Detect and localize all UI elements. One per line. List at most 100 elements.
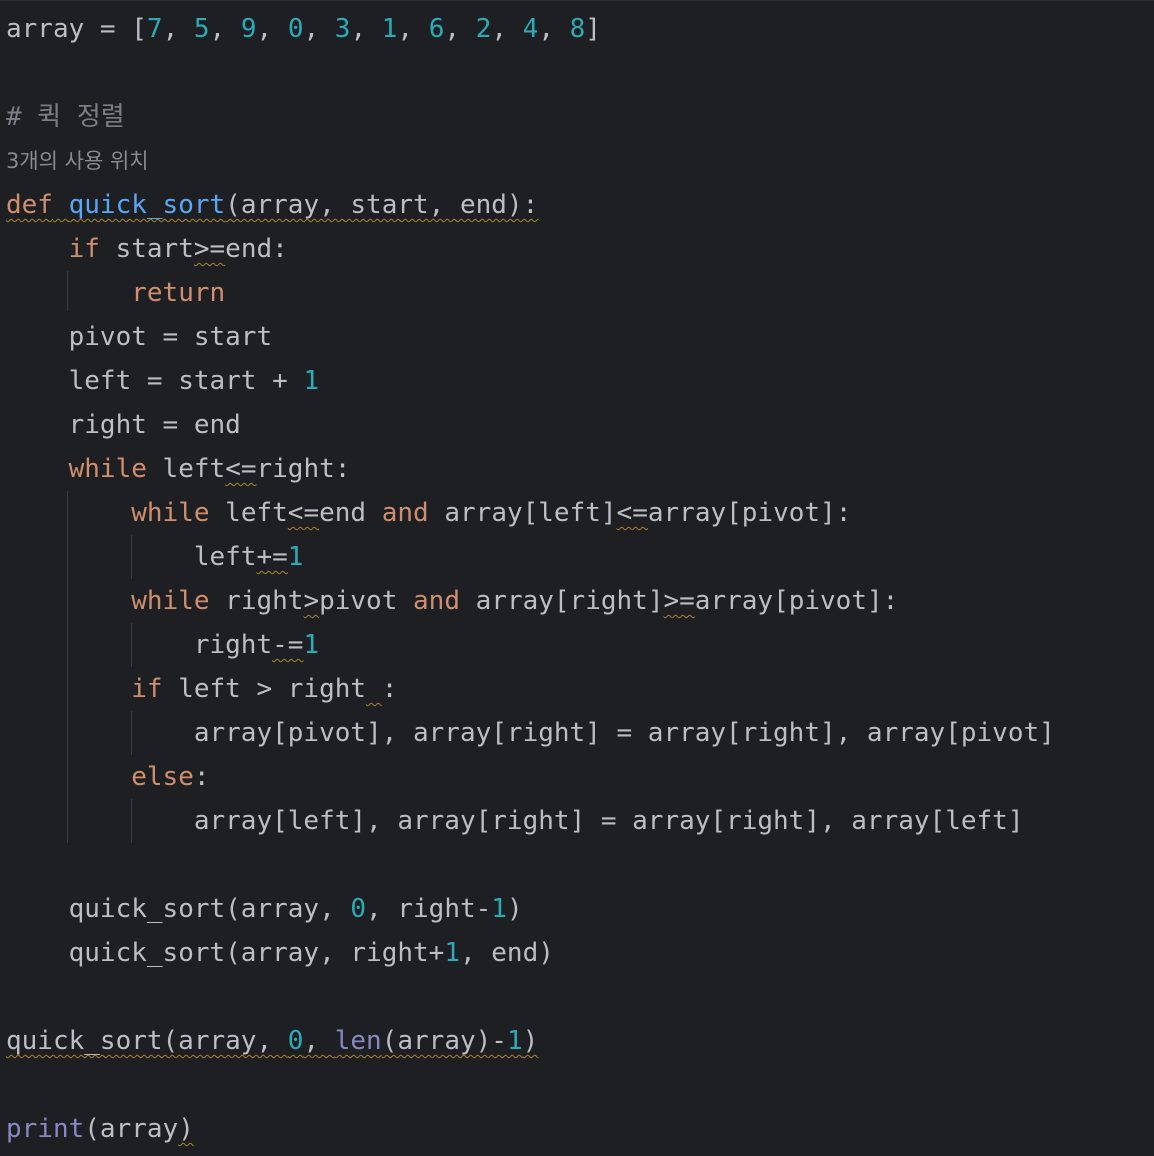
- code-token: ,: [303, 1026, 335, 1056]
- code-line-else[interactable]: else:: [6, 755, 1154, 799]
- code-token: left: [193, 542, 257, 572]
- number-literal: 1: [491, 894, 507, 924]
- code-line-1[interactable]: array = [7, 5, 9, 0, 3, 1, 6, 2, 4, 8]: [6, 7, 1154, 51]
- number-literal: 4: [522, 14, 539, 44]
- code-line-recursive-left[interactable]: quick_sort(array, 0, right-1): [6, 887, 1154, 931]
- code-line-swap-pivot[interactable]: array[pivot], array[right] = array[right…: [6, 711, 1154, 755]
- usage-hint[interactable]: 3개의 사용 위치: [6, 139, 1154, 183]
- function-name[interactable]: quick_sort: [69, 190, 226, 220]
- code-area[interactable]: array = [7, 5, 9, 0, 3, 1, 6, 2, 4, 8] #…: [6, 7, 1154, 1156]
- number-literal: 0: [350, 894, 367, 924]
- code-line-left-increment[interactable]: left+=1: [6, 535, 1154, 579]
- code-line-2[interactable]: [6, 51, 1154, 95]
- code-token: pivot = start: [68, 322, 273, 352]
- number-literal: 7: [146, 14, 163, 44]
- code-token: array[left], array[right] = array[right]…: [193, 806, 1024, 836]
- code-token: pivot: [319, 586, 414, 616]
- code-token: (array)-: [381, 1026, 507, 1056]
- operator: -=: [272, 630, 304, 660]
- punctuation: ,: [256, 14, 288, 44]
- code-line-recursive-right[interactable]: quick_sort(array, right+1, end): [6, 931, 1154, 975]
- number-literal: 1: [381, 14, 398, 44]
- keyword-return: return: [131, 278, 226, 308]
- code-line-blank[interactable]: [6, 975, 1154, 1019]
- builtin-len: len: [334, 1026, 382, 1056]
- code-line-return[interactable]: return: [6, 271, 1154, 315]
- keyword-def: def: [6, 190, 53, 220]
- code-token: ): [506, 894, 523, 924]
- code-token: end: [319, 498, 382, 528]
- number-literal: 0: [287, 1026, 304, 1056]
- number-literal: 1: [303, 366, 320, 396]
- function-params: (array, start, end):: [225, 190, 539, 220]
- code-token: right: [209, 586, 304, 616]
- operator: <=: [287, 498, 320, 528]
- punctuation: ,: [209, 14, 241, 44]
- keyword-else: else: [131, 762, 194, 792]
- code-token: right:: [256, 454, 351, 484]
- code-token: ): [178, 1114, 194, 1144]
- code-line-while-outer[interactable]: while left<=right:: [6, 447, 1154, 491]
- punctuation: ,: [350, 14, 382, 44]
- code-token: quick_sort(array,: [68, 894, 351, 924]
- builtin-print: print: [6, 1114, 85, 1144]
- code-line-3[interactable]: # 퀵 정렬: [6, 95, 1154, 139]
- code-line-pivot[interactable]: pivot = start: [6, 315, 1154, 359]
- code-line-blank[interactable]: [6, 1063, 1154, 1107]
- code-line-right-decrement[interactable]: right-=1: [6, 623, 1154, 667]
- punctuation: ,: [303, 14, 335, 44]
- code-token: left > right: [162, 674, 367, 704]
- code-token: left: [209, 498, 288, 528]
- number-literal: 1: [506, 1026, 523, 1056]
- punctuation: ,: [444, 14, 476, 44]
- operator: >=: [663, 586, 695, 616]
- code-token: left: [146, 454, 226, 484]
- code-line-if[interactable]: if start>=end:: [6, 227, 1154, 271]
- code-token: array[pivot]:: [647, 498, 852, 528]
- number-literal: 8: [569, 14, 586, 44]
- code-token: , right-: [366, 894, 492, 924]
- code-line-def[interactable]: def quick_sort(array, start, end):: [6, 183, 1154, 227]
- keyword-while: while: [131, 498, 210, 528]
- code-line-while-right[interactable]: while right>pivot and array[right]>=arra…: [6, 579, 1154, 623]
- code-token: array[left]: [428, 498, 617, 528]
- usage-hint-text[interactable]: 3개의 사용 위치: [6, 149, 149, 173]
- code-token: :: [381, 674, 398, 704]
- code-token: (array: [84, 1114, 179, 1144]
- code-token: quick_sort(array, right+: [68, 938, 445, 968]
- punctuation: ]: [585, 14, 601, 44]
- code-line-while-left[interactable]: while left<=end and array[left]<=array[p…: [6, 491, 1154, 535]
- code-token: right = end: [68, 410, 241, 440]
- code-token: array[pivot], array[right] = array[right…: [193, 718, 1055, 748]
- code-editor[interactable]: array = [7, 5, 9, 0, 3, 1, 6, 2, 4, 8] #…: [0, 0, 1154, 1156]
- punctuation: = [: [84, 14, 147, 44]
- punctuation: ,: [491, 14, 523, 44]
- number-literal: 1: [303, 630, 320, 660]
- number-literal: 6: [428, 14, 445, 44]
- code-line-if-left-right[interactable]: if left > right :: [6, 667, 1154, 711]
- keyword-and: and: [381, 498, 429, 528]
- keyword-while: while: [131, 586, 210, 616]
- code-token: start: [99, 234, 194, 264]
- keyword-while: while: [68, 454, 147, 484]
- code-token: ): [522, 1026, 539, 1056]
- number-literal: 2: [475, 14, 492, 44]
- code-token: :: [193, 762, 210, 792]
- code-line-swap-left[interactable]: array[left], array[right] = array[right]…: [6, 799, 1154, 843]
- number-literal: 0: [287, 14, 304, 44]
- code-token: end:: [225, 234, 288, 264]
- operator: +=: [256, 542, 288, 572]
- code-line-blank[interactable]: [6, 843, 1154, 887]
- code-token: array[right]: [459, 586, 664, 616]
- operator: >=: [193, 234, 226, 264]
- number-literal: 1: [444, 938, 460, 968]
- code-line-left[interactable]: left = start + 1: [6, 359, 1154, 403]
- code-token: right: [193, 630, 273, 660]
- code-token: quick_sort(array,: [6, 1026, 288, 1056]
- code-line-call[interactable]: quick_sort(array, 0, len(array)-1): [6, 1019, 1154, 1063]
- code-line-right[interactable]: right = end: [6, 403, 1154, 447]
- keyword-if: if: [68, 234, 100, 264]
- code-line-print[interactable]: print(array): [6, 1107, 1154, 1151]
- number-literal: 1: [287, 542, 304, 572]
- code-comment: # 퀵 정렬: [6, 102, 125, 132]
